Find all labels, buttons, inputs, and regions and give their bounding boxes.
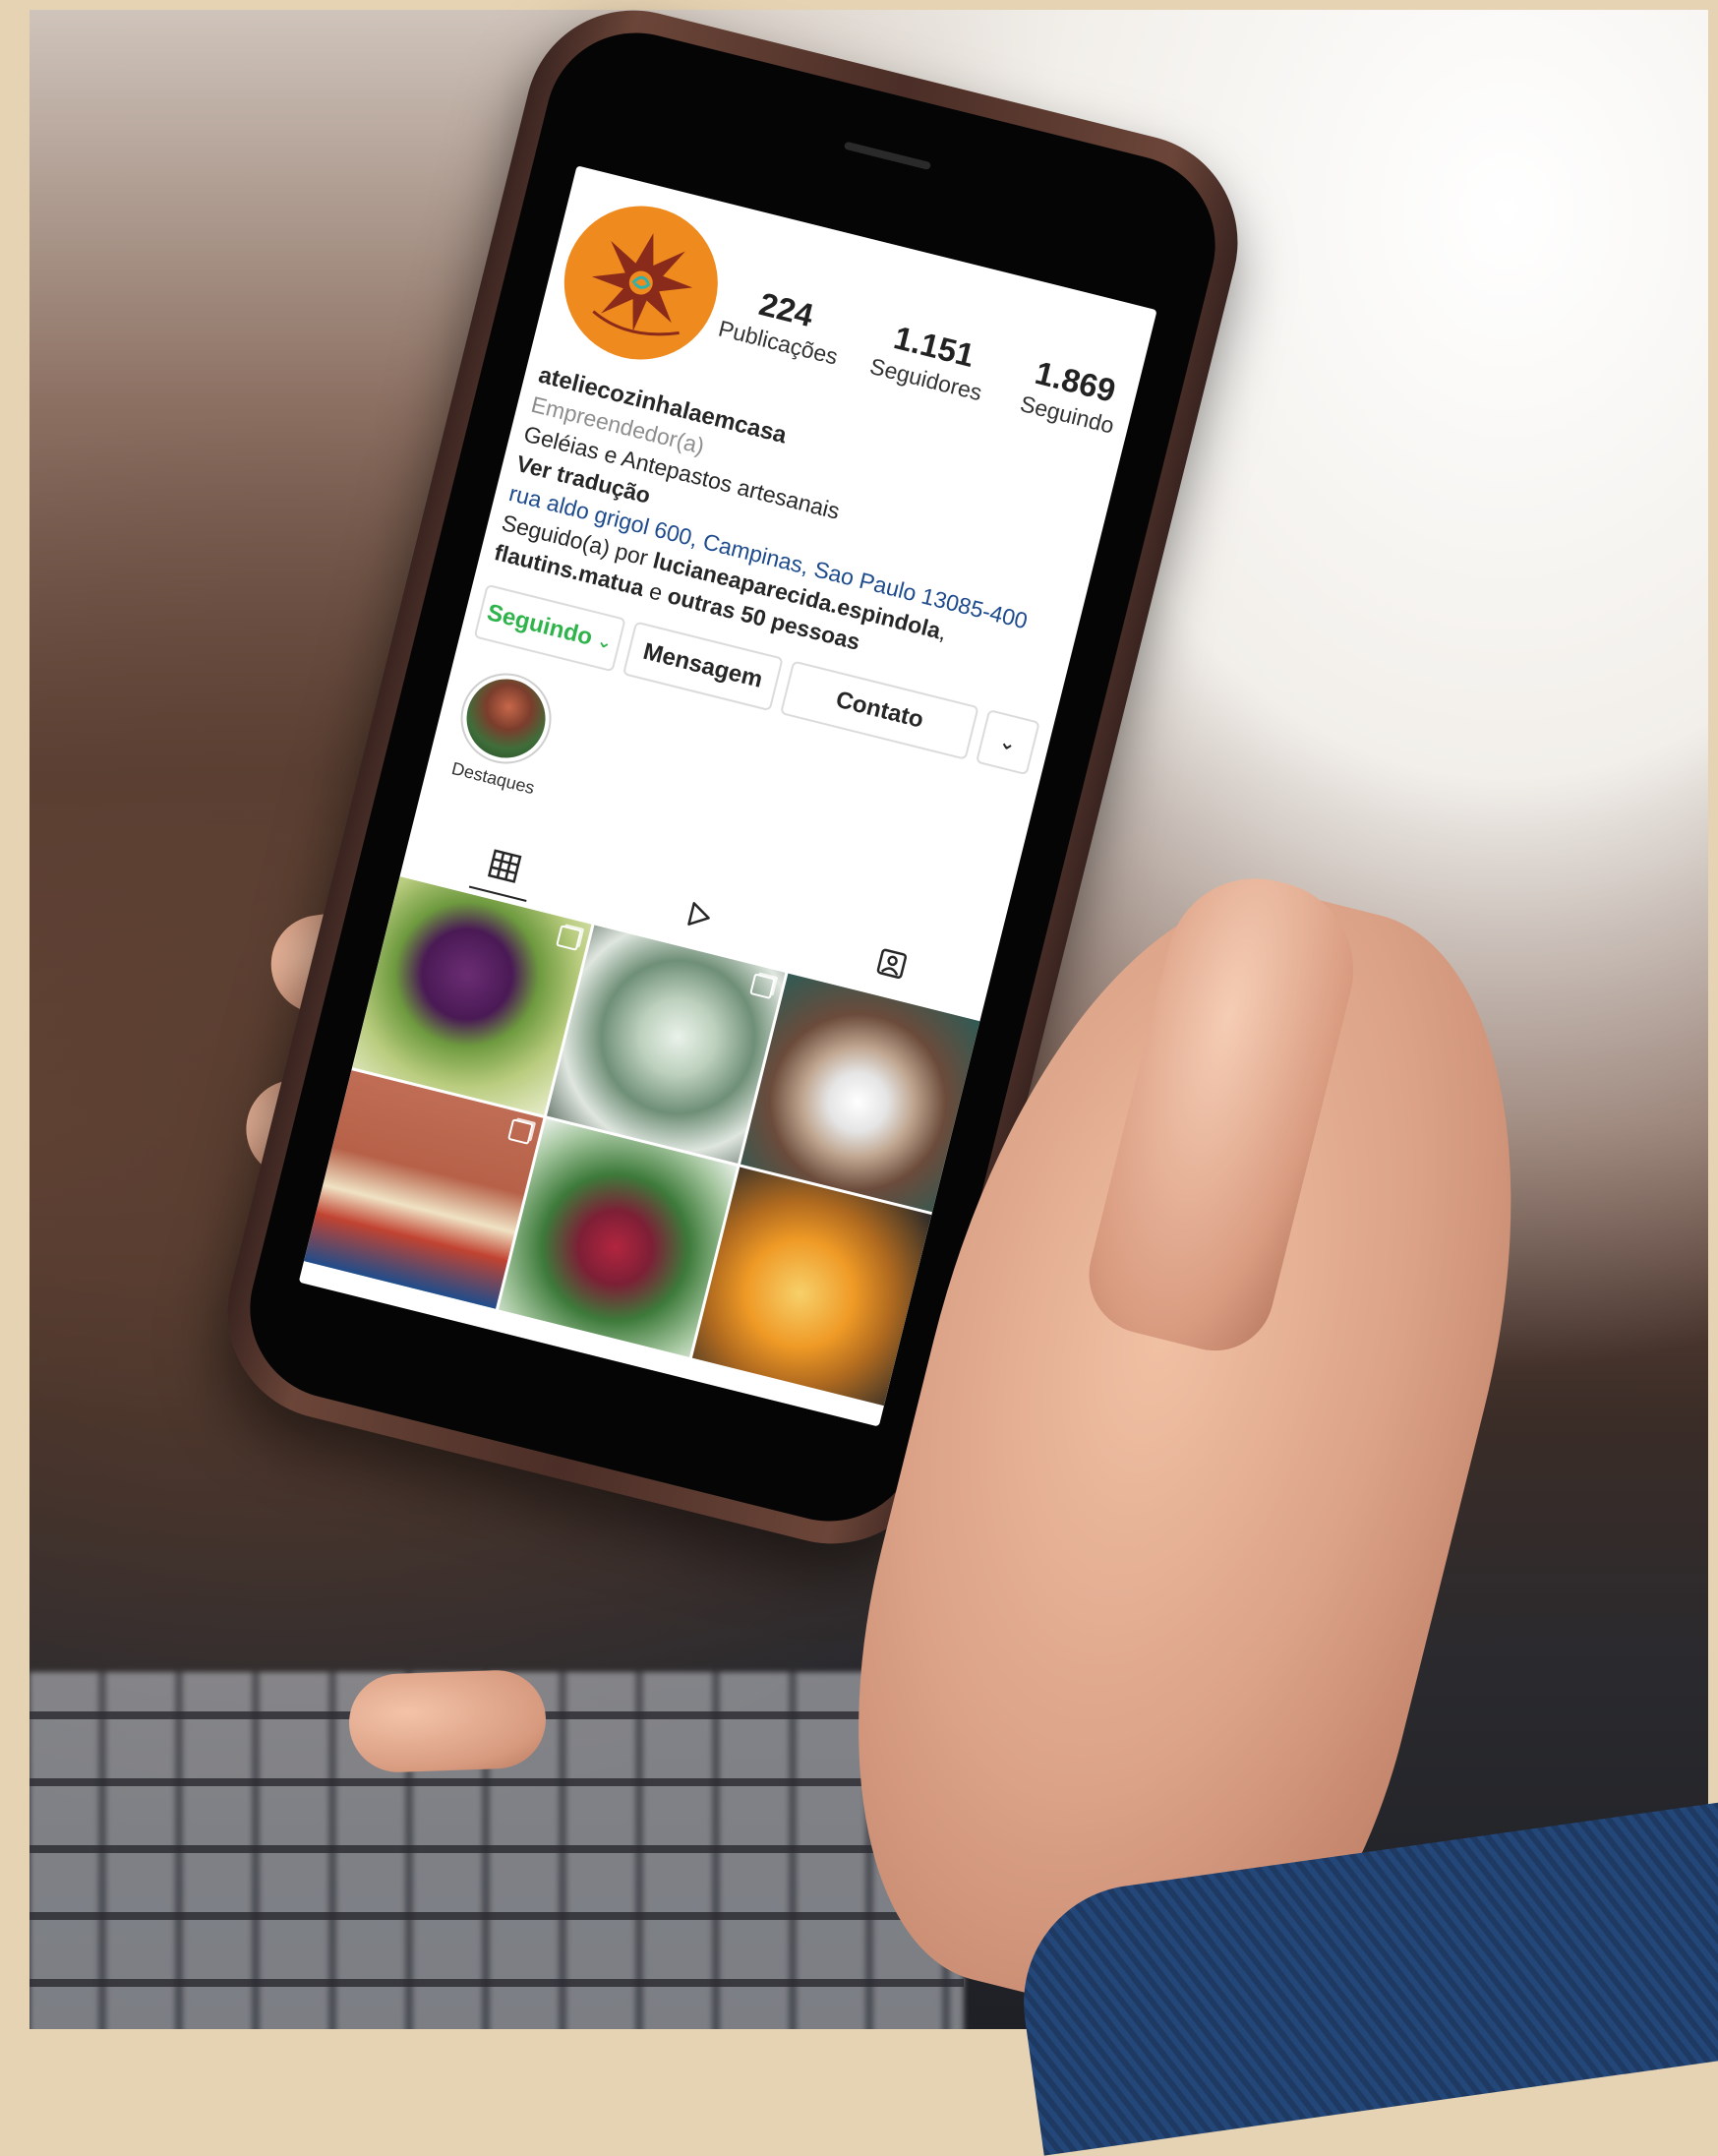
stat-following[interactable]: 1.869 Seguindo bbox=[1012, 351, 1133, 442]
tab-tagged[interactable] bbox=[857, 929, 927, 997]
highlight-ring bbox=[450, 663, 562, 774]
followed-and: e bbox=[646, 577, 666, 606]
tagged-icon bbox=[876, 948, 907, 979]
reels-icon bbox=[687, 902, 710, 926]
phone-speaker bbox=[843, 141, 932, 171]
tab-reels[interactable] bbox=[663, 881, 734, 949]
highlight-image bbox=[458, 670, 555, 766]
stat-posts[interactable]: 224 Publicações bbox=[716, 277, 851, 371]
following-label: Seguindo bbox=[484, 599, 596, 651]
finger bbox=[347, 1668, 548, 1774]
grid-icon bbox=[488, 849, 522, 883]
highlight-item[interactable]: Destaques bbox=[444, 663, 564, 801]
chevron-down-icon: ⌄ bbox=[595, 629, 615, 653]
multi-photo-icon bbox=[555, 925, 582, 951]
profile-avatar[interactable] bbox=[548, 189, 735, 377]
highlight-label: Destaques bbox=[449, 758, 537, 799]
flower-logo-icon bbox=[591, 233, 693, 336]
multi-photo-icon bbox=[749, 973, 777, 1000]
chevron-down-icon: ⌄ bbox=[997, 730, 1019, 755]
profile-stats: 224 Publicações 1.151 Seguidores 1.869 S… bbox=[716, 277, 1133, 442]
multi-photo-icon bbox=[506, 1118, 534, 1145]
tab-posts-grid[interactable] bbox=[469, 832, 541, 903]
stat-followers[interactable]: 1.151 Seguidores bbox=[867, 315, 994, 406]
